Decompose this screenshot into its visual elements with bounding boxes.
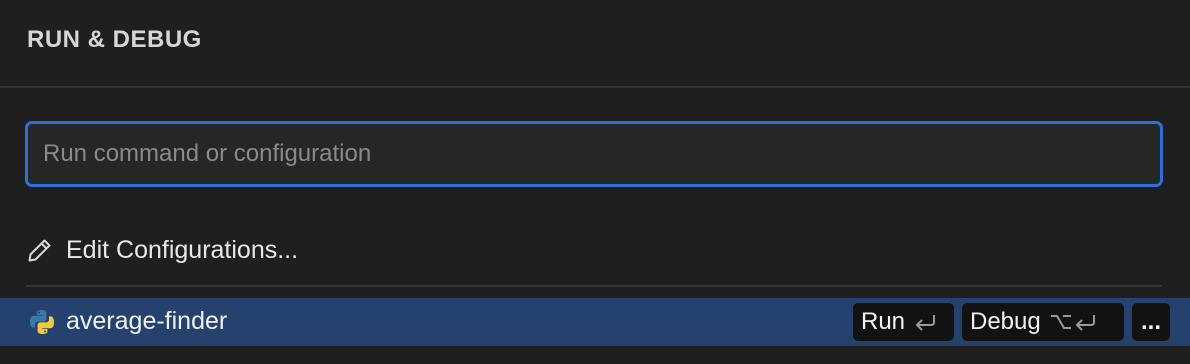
edit-configurations-item[interactable]: Edit Configurations... [26, 228, 298, 272]
configuration-item-average-finder[interactable]: average-finder Run Debug ... [0, 298, 1190, 346]
run-debug-panel: RUN & DEBUG Edit Configurations... avera… [0, 0, 1190, 364]
search-input[interactable] [28, 124, 1160, 184]
return-key-icon [915, 315, 936, 331]
debug-button[interactable]: Debug [962, 303, 1124, 341]
option-key-icon [1050, 315, 1071, 329]
search-box[interactable] [25, 121, 1163, 187]
python-icon [28, 308, 56, 336]
return-key-icon [1075, 315, 1095, 331]
panel-header: RUN & DEBUG [0, 0, 1190, 88]
run-shortcut [913, 311, 939, 333]
debug-shortcut [1049, 311, 1099, 333]
configuration-name: average-finder [66, 307, 228, 335]
more-actions-button[interactable]: ... [1132, 303, 1170, 341]
panel-title: RUN & DEBUG [27, 26, 202, 53]
divider [26, 285, 1162, 287]
run-button[interactable]: Run [853, 303, 954, 341]
pencil-icon [26, 236, 54, 264]
debug-button-label: Debug [970, 308, 1041, 335]
edit-configurations-label: Edit Configurations... [66, 235, 299, 264]
run-button-label: Run [861, 308, 906, 335]
